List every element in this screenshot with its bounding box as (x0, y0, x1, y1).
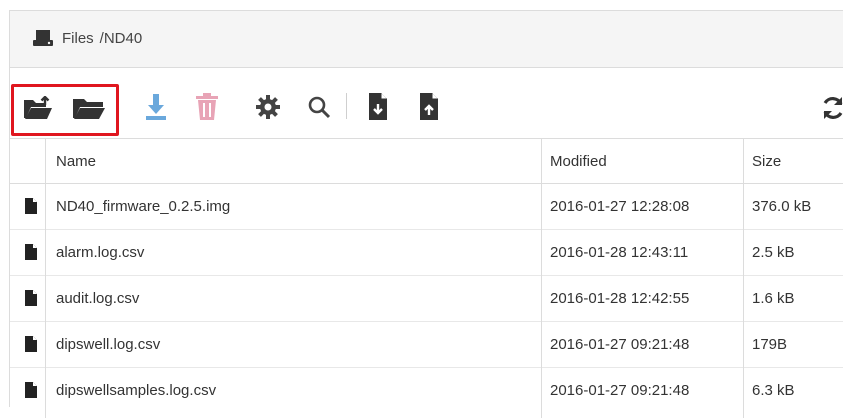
settings-icon[interactable] (256, 95, 280, 124)
file-size: 179B (752, 336, 788, 353)
breadcrumb: Files/ND40 (62, 30, 142, 47)
table-row[interactable]: dipswellsamples.log.csv 2016-01-27 09:21… (10, 368, 843, 414)
file-name[interactable]: dipswellsamples.log.csv (56, 382, 216, 399)
column-divider (743, 138, 744, 418)
open-folder-icon[interactable] (72, 96, 106, 125)
toolbar (10, 68, 843, 138)
file-modified: 2016-01-28 12:42:55 (550, 290, 690, 307)
file-modified: 2016-01-28 12:43:11 (550, 244, 689, 261)
file-icon (25, 290, 37, 311)
delete-icon[interactable] (195, 93, 219, 126)
file-icon (25, 244, 37, 265)
table-row[interactable]: alarm.log.csv 2016-01-28 12:43:11 2.5 kB (10, 230, 843, 276)
column-header-name[interactable]: Name (56, 153, 96, 170)
file-size: 6.3 kB (752, 382, 795, 399)
file-size: 2.5 kB (752, 244, 795, 261)
table-row[interactable]: audit.log.csv 2016-01-28 12:42:55 1.6 kB (10, 276, 843, 322)
file-modified: 2016-01-27 09:21:48 (550, 382, 690, 399)
file-size: 1.6 kB (752, 290, 795, 307)
file-name[interactable]: ND40_firmware_0.2.5.img (56, 198, 230, 215)
column-divider (541, 138, 542, 418)
file-modified: 2016-01-27 12:28:08 (550, 198, 690, 215)
table-header: Name Modified Size (10, 138, 843, 184)
column-header-size[interactable]: Size (752, 153, 781, 170)
breadcrumb-prefix: Files (62, 30, 94, 47)
column-header-modified[interactable]: Modified (550, 153, 607, 170)
toolbar-separator (346, 93, 347, 119)
upload-folder-icon[interactable] (23, 95, 53, 125)
table-row[interactable]: ND40_firmware_0.2.5.img 2016-01-27 12:28… (10, 184, 843, 230)
refresh-icon[interactable] (820, 95, 843, 126)
file-size: 376.0 kB (752, 198, 812, 215)
file-browser-panel: Files/ND40 Name Modified Size ND40_firmw… (9, 10, 843, 418)
file-name[interactable]: dipswell.log.csv (56, 336, 160, 353)
download-icon[interactable] (145, 93, 167, 126)
search-icon[interactable] (307, 95, 331, 124)
file-name[interactable]: audit.log.csv (56, 290, 139, 307)
drive-icon (33, 30, 53, 51)
file-download-icon[interactable] (367, 93, 389, 126)
table-row[interactable]: dipswell.log.csv 2016-01-27 09:21:48 179… (10, 322, 843, 368)
panel-heading: Files/ND40 (10, 11, 843, 68)
breadcrumb-path: /ND40 (99, 30, 143, 47)
file-icon (25, 198, 37, 219)
file-modified: 2016-01-27 09:21:48 (550, 336, 690, 353)
column-divider (45, 138, 46, 418)
file-upload-icon[interactable] (418, 93, 440, 126)
file-icon (25, 382, 37, 403)
file-icon (25, 336, 37, 357)
file-name[interactable]: alarm.log.csv (56, 244, 144, 261)
